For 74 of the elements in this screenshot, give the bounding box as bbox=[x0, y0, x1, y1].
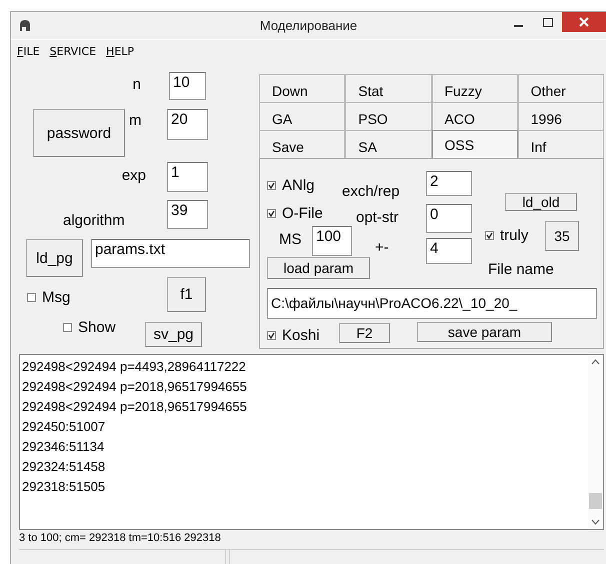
field-label: m bbox=[129, 112, 142, 129]
scroll-up-icon bbox=[591, 359, 600, 365]
scrollbar[interactable] bbox=[588, 355, 603, 529]
action-button[interactable]: load param bbox=[267, 257, 370, 279]
input-field[interactable]: 1 bbox=[167, 162, 208, 192]
checkbox-label: Koshi bbox=[282, 327, 320, 344]
checkbox[interactable] bbox=[63, 323, 72, 332]
input-field[interactable]: 2 bbox=[426, 171, 472, 196]
log-line: 292498<292494 p=2018,96517994655 bbox=[22, 398, 248, 416]
input-field[interactable]: 10 bbox=[169, 72, 206, 100]
menu-item[interactable]: HELP bbox=[106, 44, 134, 58]
tab[interactable]: PSO bbox=[345, 102, 432, 130]
tab[interactable]: 1996 bbox=[518, 102, 604, 130]
log-line: 292498<292494 p=2018,96517994655 bbox=[22, 378, 248, 396]
tab[interactable]: Save bbox=[259, 130, 346, 158]
checkbox[interactable] bbox=[267, 331, 276, 340]
input-field[interactable]: 39 bbox=[167, 200, 208, 229]
log-line: 292324:51458 bbox=[22, 458, 106, 476]
log-textarea[interactable]: 292498<292494 p=4493,28964117222 292498<292494 p=2018,96517994655 292498<292494 p=2018,96517994655 292450:51007 292346:51134 292324:51458 292318:51505 bbox=[19, 354, 604, 530]
checkbox-label: ANlg bbox=[282, 177, 315, 194]
checkbox-label: truly bbox=[500, 227, 528, 244]
f1-button[interactable]: f1 bbox=[167, 277, 206, 312]
input-field[interactable]: 4 bbox=[426, 238, 472, 264]
checkbox[interactable] bbox=[27, 293, 36, 302]
input-field[interactable]: 20 bbox=[167, 109, 208, 140]
scroll-down-icon bbox=[591, 519, 600, 525]
path-field[interactable]: C:\файлы\научн\ProACO6.22\_10_20_ bbox=[267, 288, 597, 319]
checkbox-label: O-File bbox=[282, 205, 323, 222]
field-label: n bbox=[132, 76, 141, 93]
menu-item[interactable]: SERVICE bbox=[50, 44, 96, 58]
file-field[interactable]: params.txt bbox=[91, 239, 250, 268]
status-text: 3 to 100; cm= 292318 tm=10:516 292318 bbox=[19, 532, 221, 544]
scrollbar-thumb[interactable] bbox=[589, 493, 602, 509]
close-icon bbox=[579, 17, 589, 27]
tab[interactable]: Fuzzy bbox=[432, 74, 518, 102]
tab[interactable]: GA bbox=[259, 102, 346, 130]
checkbox[interactable] bbox=[267, 181, 276, 190]
checkbox-label: Msg bbox=[42, 289, 70, 306]
close-button[interactable] bbox=[562, 12, 606, 32]
field-label: algorithm bbox=[63, 212, 126, 229]
action-button[interactable]: ld_old bbox=[505, 193, 577, 211]
checkbox-label: Show bbox=[78, 319, 116, 336]
log-line: 292450:51007 bbox=[22, 418, 106, 436]
input-field[interactable]: 0 bbox=[426, 204, 472, 233]
tab[interactable]: SA bbox=[345, 130, 432, 158]
field-label: +- bbox=[375, 239, 389, 256]
checkbox[interactable] bbox=[485, 231, 494, 240]
window-title: Моделирование bbox=[260, 18, 358, 33]
tab[interactable]: Down bbox=[259, 74, 346, 102]
tab[interactable]: ACO bbox=[432, 102, 518, 130]
maximize-icon bbox=[542, 18, 552, 26]
checkbox[interactable] bbox=[267, 209, 276, 218]
minimize-icon bbox=[514, 24, 523, 26]
file-name-label: File name bbox=[488, 261, 554, 278]
field-label: exch/rep bbox=[342, 183, 400, 200]
action-button[interactable]: save param bbox=[417, 322, 552, 342]
field-label: MS bbox=[279, 231, 302, 248]
log-line: 292498<292494 p=4493,28964117222 bbox=[22, 358, 247, 376]
field-label: exp bbox=[120, 167, 146, 184]
tab[interactable]: OSS bbox=[432, 130, 518, 158]
save-button[interactable]: sv_pg bbox=[145, 322, 202, 347]
log-line: 292318:51505 bbox=[22, 478, 106, 496]
tab[interactable]: Other bbox=[518, 74, 604, 102]
action-button[interactable]: F2 bbox=[339, 323, 390, 343]
tab[interactable]: Inf bbox=[518, 130, 604, 158]
input-field[interactable]: 100 bbox=[312, 226, 352, 256]
action-button[interactable]: 35 bbox=[545, 221, 579, 251]
menu-item[interactable]: FILE bbox=[17, 44, 40, 58]
helmet-icon bbox=[19, 18, 31, 32]
log-line: 292346:51134 bbox=[22, 438, 106, 456]
tab[interactable]: Stat bbox=[345, 74, 432, 102]
field-label: opt-str bbox=[356, 209, 399, 226]
load-button[interactable]: ld_pg bbox=[26, 239, 83, 277]
password-button[interactable]: password bbox=[33, 109, 125, 157]
